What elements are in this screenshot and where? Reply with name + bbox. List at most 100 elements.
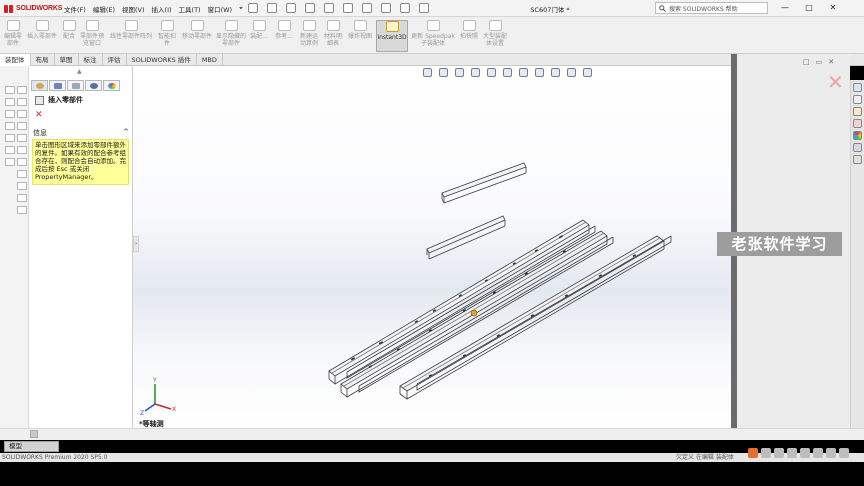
- component-icon[interactable]: [17, 110, 27, 118]
- minimize-button[interactable]: —: [775, 2, 795, 14]
- collapse-chevron-icon[interactable]: ^: [123, 128, 129, 138]
- view-palette-icon[interactable]: [853, 119, 862, 128]
- component-icon[interactable]: [17, 134, 27, 142]
- component-icon[interactable]: [5, 158, 15, 166]
- options-gear-icon[interactable]: [419, 3, 429, 13]
- smart-fasteners-button[interactable]: 智能扣件: [156, 20, 178, 52]
- small-rail-part[interactable]: [441, 162, 527, 204]
- appearances-icon[interactable]: [853, 131, 862, 140]
- file-properties-icon[interactable]: [400, 3, 410, 13]
- home-icon[interactable]: [248, 3, 258, 13]
- save-icon[interactable]: [305, 3, 315, 13]
- message-group-header[interactable]: 信息 ^: [33, 128, 129, 138]
- component-icon[interactable]: [5, 98, 15, 106]
- tray-icon[interactable]: [761, 448, 771, 458]
- pin-menu-icon[interactable]: ⌖: [239, 4, 243, 14]
- move-component-button[interactable]: 移动零部件: [180, 20, 214, 52]
- component-icon[interactable]: [17, 158, 27, 166]
- open-folder-icon[interactable]: [286, 3, 296, 13]
- panel-grip-icon[interactable]: ▲: [77, 68, 82, 75]
- tab-layout[interactable]: 布局: [31, 54, 55, 66]
- component-icon[interactable]: [5, 122, 15, 130]
- small-rail-part[interactable]: [426, 215, 506, 260]
- property-manager-tab[interactable]: [49, 80, 66, 91]
- edit-component-button[interactable]: 编辑零部件: [2, 20, 24, 52]
- assembly-model[interactable]: Y X Z: [133, 66, 731, 428]
- help-search-input[interactable]: 搜索 SOLIDWORKS 帮助: [655, 2, 768, 14]
- update-speedpak-button[interactable]: 更新 Speedpak 子装配体: [410, 20, 456, 52]
- insert-component-button[interactable]: 插入零部件: [25, 20, 59, 52]
- component-icon[interactable]: [17, 194, 27, 202]
- configuration-manager-tab[interactable]: [67, 80, 84, 91]
- maximize-button[interactable]: □: [799, 2, 819, 14]
- tray-icon[interactable]: [774, 448, 784, 458]
- menu-tools[interactable]: 工具(T): [179, 4, 201, 14]
- tray-icon[interactable]: [813, 448, 823, 458]
- component-icon[interactable]: [17, 146, 27, 154]
- tab-addins[interactable]: SOLIDWORKS 插件: [127, 54, 197, 66]
- cancel-button[interactable]: ✕: [35, 110, 43, 120]
- viewport-restore-icon[interactable]: ▭: [816, 58, 823, 66]
- linear-pattern-button[interactable]: 线性零部件阵列: [108, 20, 154, 52]
- custom-properties-icon[interactable]: [853, 143, 862, 152]
- assembly-features-button[interactable]: 装配...: [248, 20, 270, 52]
- new-motion-study-button[interactable]: 新建运动算例: [298, 20, 320, 52]
- dimxpert-tab[interactable]: [85, 80, 102, 91]
- component-icon[interactable]: [17, 86, 27, 94]
- take-snapshot-button[interactable]: 拍快照: [458, 20, 480, 52]
- select-arrow-icon[interactable]: [362, 3, 372, 13]
- mate-button[interactable]: 配合: [60, 20, 78, 52]
- graphics-area[interactable]: › Y X Z *等轴测: [133, 66, 731, 428]
- component-icon[interactable]: [17, 170, 27, 178]
- tab-markup[interactable]: 标注: [79, 54, 103, 66]
- viewport-close-icon[interactable]: ✕: [828, 58, 834, 66]
- component-icon[interactable]: [17, 122, 27, 130]
- tray-icon[interactable]: [800, 448, 810, 458]
- menu-file[interactable]: 文件(F): [64, 4, 86, 14]
- design-library-icon[interactable]: [853, 95, 862, 104]
- component-icon[interactable]: [17, 98, 27, 106]
- tab-evaluate[interactable]: 评估: [103, 54, 127, 66]
- solidworks-logo[interactable]: SOLIDWORKS: [4, 3, 62, 14]
- display-manager-tab[interactable]: [103, 80, 120, 91]
- menu-window[interactable]: 窗口(W): [208, 4, 233, 14]
- component-preview-button[interactable]: 零部件预览窗口: [78, 20, 106, 52]
- long-rail-part[interactable]: [399, 235, 672, 400]
- close-window-button[interactable]: ✕: [823, 2, 843, 14]
- component-icon[interactable]: [5, 86, 15, 94]
- rebuild-icon[interactable]: [381, 3, 391, 13]
- component-icon[interactable]: [17, 182, 27, 190]
- bill-of-materials-button[interactable]: 材料明细表: [322, 20, 344, 52]
- menu-view[interactable]: 视图(V): [122, 4, 145, 14]
- component-icon[interactable]: [5, 134, 15, 142]
- show-hidden-button[interactable]: 显示隐藏的零部件: [216, 20, 246, 52]
- horizontal-scrollbar[interactable]: [0, 428, 864, 440]
- tray-icon[interactable]: [787, 448, 797, 458]
- print-icon[interactable]: [324, 3, 334, 13]
- tray-icon[interactable]: [826, 448, 836, 458]
- app-tray-icon[interactable]: [748, 448, 758, 458]
- viewport-split-icon[interactable]: □: [803, 58, 810, 66]
- component-icon[interactable]: [17, 206, 27, 214]
- large-assembly-settings-button[interactable]: 大型装配体设置: [482, 20, 508, 52]
- solidworks-forum-icon[interactable]: [853, 155, 862, 164]
- tab-sketch[interactable]: 草图: [55, 54, 79, 66]
- tab-mbd[interactable]: MBD: [197, 54, 223, 66]
- menu-insert[interactable]: 插入(I): [152, 4, 172, 14]
- model-tab[interactable]: 模型: [4, 441, 59, 452]
- file-explorer-icon[interactable]: [853, 107, 862, 116]
- reference-geometry-button[interactable]: 参考...: [272, 20, 296, 52]
- close-x-icon[interactable]: ✕: [827, 70, 844, 94]
- scroll-thumb[interactable]: [30, 430, 38, 438]
- component-icon[interactable]: [5, 110, 15, 118]
- exploded-view-button[interactable]: 爆炸视图: [346, 20, 374, 52]
- component-icon[interactable]: [5, 146, 15, 154]
- new-document-icon[interactable]: [267, 3, 277, 13]
- feature-manager-tab[interactable]: [31, 80, 48, 91]
- undo-icon[interactable]: [343, 3, 353, 13]
- instant3d-button[interactable]: Instant3D: [376, 20, 408, 52]
- tray-icon[interactable]: [839, 448, 849, 458]
- menu-edit[interactable]: 编辑(E): [93, 4, 115, 14]
- resources-home-icon[interactable]: [853, 83, 862, 92]
- tab-assembly[interactable]: 装配体: [0, 54, 31, 66]
